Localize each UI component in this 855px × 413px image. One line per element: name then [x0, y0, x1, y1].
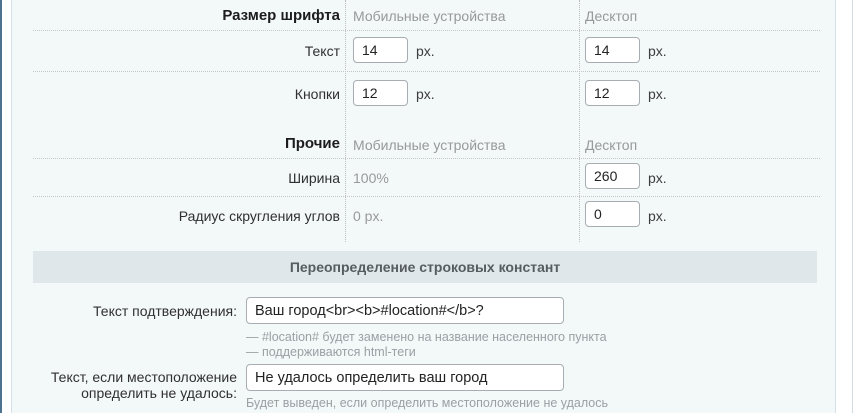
- column-header-desktop: Десктоп: [585, 8, 637, 24]
- left-edge-divider: [0, 0, 2, 413]
- button-size-desktop-input[interactable]: [585, 80, 640, 106]
- confirmation-text-label: Текст подтверждения:: [27, 303, 237, 319]
- row-divider: [33, 158, 820, 159]
- row-divider: [33, 30, 820, 31]
- unit-label: px.: [416, 43, 435, 59]
- confirmation-text-input[interactable]: [246, 297, 564, 324]
- location-failed-hint: Будет выведен, если определить местополо…: [246, 396, 608, 411]
- unit-label: px.: [416, 86, 435, 102]
- row-label-text: Текст: [140, 43, 340, 59]
- button-size-mobile-input[interactable]: [353, 80, 408, 106]
- row-label-corner-radius: Радиус скругления углов: [100, 208, 340, 224]
- column-divider-mobile: [345, 0, 346, 242]
- radius-desktop-input[interactable]: [585, 201, 640, 227]
- row-divider: [33, 196, 820, 197]
- confirmation-hint-location: — #location# будет заменено на название …: [246, 330, 607, 345]
- unit-label: px.: [648, 43, 667, 59]
- right-edge-divider: [852, 0, 853, 413]
- width-mobile-static-value: 100%: [353, 170, 389, 186]
- column-divider-desktop: [579, 0, 580, 242]
- row-divider: [33, 71, 820, 72]
- string-constants-banner: Переопределение строковых констант: [33, 251, 817, 283]
- width-desktop-input[interactable]: [585, 163, 640, 189]
- section-title-font-size: Размер шрифта: [100, 7, 340, 24]
- location-failed-input[interactable]: [246, 364, 564, 391]
- unit-label: px.: [648, 208, 667, 224]
- row-label-buttons: Кнопки: [140, 86, 340, 102]
- column-header-mobile: Мобильные устройства: [353, 8, 506, 24]
- settings-page: Размер шрифта Мобильные устройства Дескт…: [0, 0, 855, 413]
- text-size-mobile-input[interactable]: [353, 37, 408, 63]
- column-header-desktop: Десктоп: [585, 137, 637, 153]
- confirmation-hint-html: — поддерживаются html-теги: [246, 345, 416, 360]
- unit-label: px.: [648, 170, 667, 186]
- column-header-mobile: Мобильные устройства: [353, 137, 506, 153]
- location-failed-label: Текст, если местоположение определить не…: [27, 369, 237, 401]
- section-title-other: Прочие: [100, 135, 340, 152]
- settings-panel: [11, 0, 836, 413]
- row-label-width: Ширина: [100, 170, 340, 186]
- radius-mobile-static-value: 0 px.: [353, 208, 383, 224]
- unit-label: px.: [648, 86, 667, 102]
- text-size-desktop-input[interactable]: [585, 37, 640, 63]
